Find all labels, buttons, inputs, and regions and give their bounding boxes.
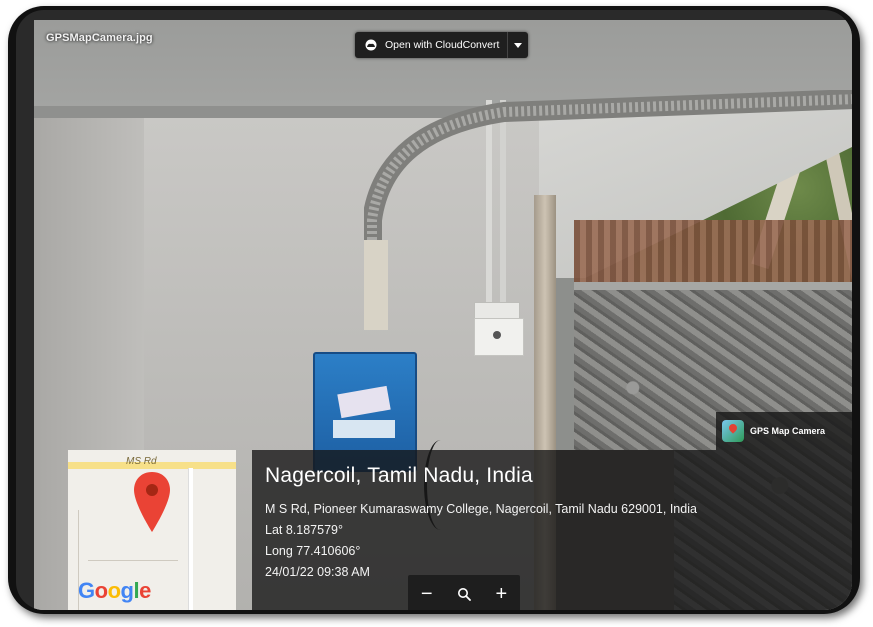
map-pin-icon	[134, 472, 170, 532]
file-name: GPSMapCamera.jpg	[46, 32, 153, 44]
photo-conduit	[364, 90, 852, 330]
gps-badge-label: GPS Map Camera	[750, 426, 826, 436]
location-longitude: Long 77.410606°	[265, 544, 361, 558]
open-with-button-group: Open with CloudConvert	[355, 32, 529, 58]
map-thumbnail: MS Rd Google	[68, 450, 236, 610]
google-logo: Google	[78, 578, 151, 603]
photo-dispenser-label	[333, 420, 395, 438]
map-road	[188, 468, 193, 610]
cloud-icon	[363, 38, 379, 52]
photo-socket	[474, 318, 524, 356]
search-icon[interactable]	[449, 587, 479, 601]
map-line	[88, 560, 178, 561]
open-with-button[interactable]: Open with CloudConvert	[355, 32, 507, 58]
screenshot-frame: GPSMapCamera.jpg Open with CloudConvert …	[8, 6, 860, 614]
image-viewer: GPSMapCamera.jpg Open with CloudConvert …	[16, 10, 852, 610]
photo-dispenser-label	[337, 385, 391, 419]
location-title: Nagercoil, Tamil Nadu, India	[265, 464, 533, 487]
zoom-controls: − +	[408, 575, 520, 610]
location-datetime: 24/01/22 09:38 AM	[265, 565, 370, 579]
chevron-down-icon[interactable]	[508, 32, 528, 58]
zoom-out-button[interactable]: −	[412, 584, 442, 604]
location-info-panel: Nagercoil, Tamil Nadu, India M S Rd, Pio…	[252, 450, 852, 610]
gps-map-camera-badge: GPS Map Camera	[716, 412, 852, 450]
location-address: M S Rd, Pioneer Kumaraswamy College, Nag…	[265, 502, 697, 516]
zoom-in-button[interactable]: +	[486, 584, 516, 604]
location-latitude: Lat 8.187579°	[265, 523, 343, 537]
map-road-label: MS Rd	[126, 456, 157, 467]
open-with-label: Open with CloudConvert	[385, 39, 500, 51]
gps-map-camera-icon	[722, 420, 744, 442]
